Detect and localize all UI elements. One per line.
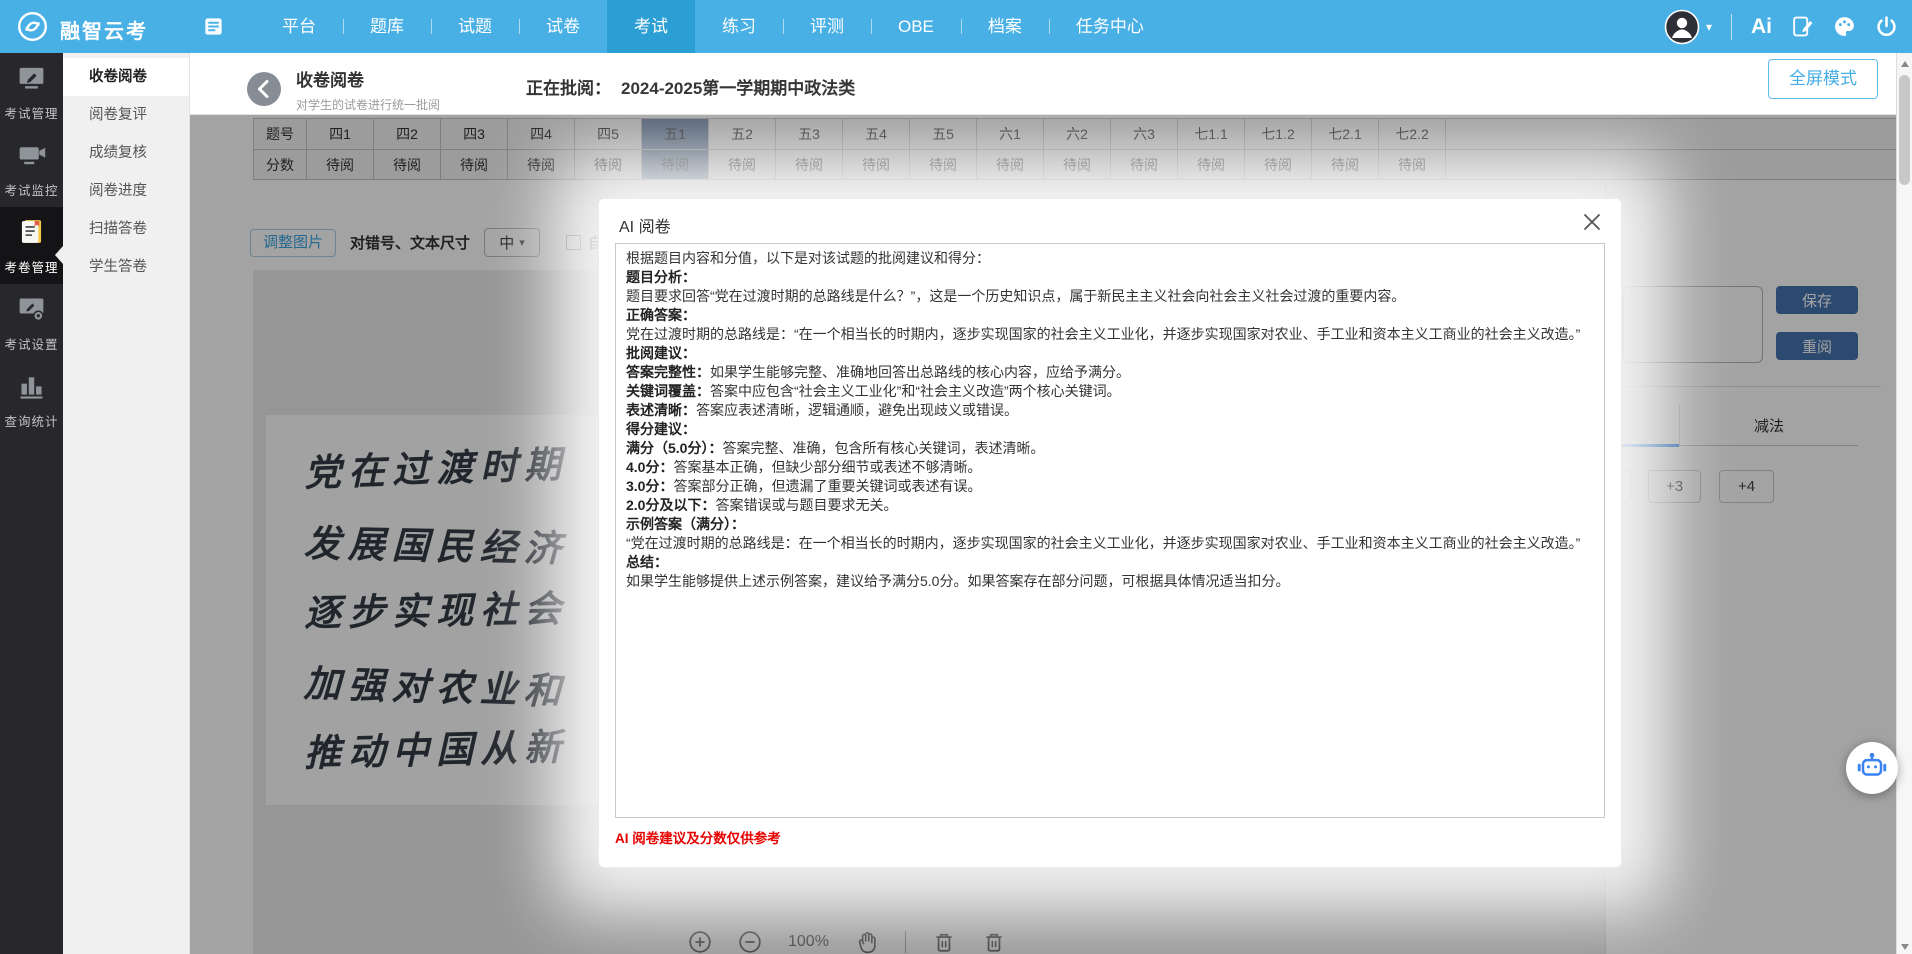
ai-assistant-button[interactable]: Ai bbox=[1751, 15, 1772, 39]
exam-name: 2024-2025第一学期期中政法类 bbox=[621, 79, 855, 98]
nav-item[interactable]: OBE bbox=[871, 0, 961, 53]
ai-suggestion-line: 4.0分：答案基本正确，但缺少部分细节或表述不够清晰。 bbox=[626, 458, 1594, 477]
ai-disclaimer: AI 阅卷建议及分数仅供参考 bbox=[615, 827, 1605, 847]
modal-title: AI 阅卷 bbox=[619, 219, 671, 236]
main-nav: 平台题库试题试卷考试练习评测OBE档案任务中心 bbox=[255, 0, 1171, 53]
ai-suggestion-line: 得分建议： bbox=[626, 420, 1594, 439]
nav-right-cluster: ▾ Ai bbox=[1664, 0, 1898, 53]
submenu-item[interactable]: 学生答卷 bbox=[63, 248, 189, 286]
modal-header: AI 阅卷 bbox=[599, 199, 1621, 243]
logout-power-icon[interactable] bbox=[1875, 15, 1898, 38]
active-module-notch bbox=[55, 246, 63, 264]
nav-item[interactable]: 练习 bbox=[695, 0, 783, 53]
query-stats-icon bbox=[16, 370, 47, 406]
module-sidebar: 考试管理考试监控考卷管理考试设置查询统计 bbox=[0, 53, 63, 954]
ai-suggestion-line: 批阅建议： bbox=[626, 344, 1594, 363]
submenu-item[interactable]: 成绩复核 bbox=[63, 134, 189, 172]
page-header: 收卷阅卷 对学生的试卷进行统一批阅 正在批阅： 2024-2025第一学期期中政法… bbox=[190, 53, 1912, 115]
avatar[interactable] bbox=[1664, 9, 1700, 45]
nav-item[interactable]: 试题 bbox=[431, 0, 519, 53]
ai-suggestion-line: 题目分析： bbox=[626, 268, 1594, 287]
submenu-item[interactable]: 收卷阅卷 bbox=[63, 58, 189, 96]
brand-name: 融智云考 bbox=[60, 15, 148, 44]
ai-suggestion-text[interactable]: 根据题目内容和分值，以下是对该试题的批阅建议和得分：题目分析：题目要求回答“党在… bbox=[615, 243, 1605, 818]
sidebar-item-label: 查询统计 bbox=[4, 411, 58, 430]
app-logo: 融智云考 bbox=[16, 10, 148, 48]
nav-item[interactable]: 试卷 bbox=[519, 0, 607, 53]
scroll-up-arrow-icon[interactable] bbox=[1901, 61, 1909, 67]
ai-suggestion-line: 满分（5.0分）：答案完整、准确，包含所有核心关键词，表述清晰。 bbox=[626, 439, 1594, 458]
scrollbar-thumb[interactable] bbox=[1899, 75, 1910, 185]
status-label: 正在批阅： bbox=[526, 79, 611, 98]
nav-item[interactable]: 档案 bbox=[961, 0, 1049, 53]
ai-suggestion-line: 示例答案（满分）： bbox=[626, 515, 1594, 534]
sidebar-item[interactable]: 考试监控 bbox=[0, 130, 63, 207]
ai-grading-modal: AI 阅卷 根据题目内容和分值，以下是对该试题的批阅建议和得分：题目分析：题目要… bbox=[598, 198, 1622, 868]
collapse-menu-icon[interactable] bbox=[203, 16, 224, 37]
ai-robot-fab[interactable] bbox=[1846, 742, 1898, 794]
ai-suggestion-line: 3.0分：答案部分正确，但遗漏了重要关键词或表述有误。 bbox=[626, 477, 1594, 496]
nav-item[interactable]: 任务中心 bbox=[1049, 0, 1171, 53]
scroll-down-arrow-icon[interactable] bbox=[1901, 944, 1909, 950]
sidebar-item-label: 考试监控 bbox=[4, 180, 58, 199]
grading-pencil-icon[interactable] bbox=[1791, 15, 1814, 38]
ai-suggestion-line: 如果学生能够提供上述示例答案，建议给予满分5.0分。如果答案存在部分问题，可根据… bbox=[626, 572, 1594, 591]
nav-item[interactable]: 考试 bbox=[607, 0, 695, 53]
sidebar-item-label: 考卷管理 bbox=[4, 257, 58, 276]
page-title-block: 收卷阅卷 对学生的试卷进行统一批阅 bbox=[296, 66, 440, 113]
nav-item[interactable]: 题库 bbox=[343, 0, 431, 53]
user-menu[interactable]: ▾ bbox=[1664, 9, 1712, 45]
ai-suggestion-line: 题目要求回答“党在过渡时期的总路线是什么？”，这是一个历史知识点，属于新民主主义… bbox=[626, 287, 1594, 306]
exam-settings-icon bbox=[16, 293, 47, 329]
exam-manage-icon bbox=[16, 62, 47, 98]
submenu-item[interactable]: 扫描答卷 bbox=[63, 210, 189, 248]
page-scrollbar[interactable] bbox=[1896, 53, 1912, 954]
paper-manage-icon bbox=[16, 216, 47, 252]
sidebar-item[interactable]: 考试设置 bbox=[0, 284, 63, 361]
nav-item[interactable]: 平台 bbox=[255, 0, 343, 53]
nav-item[interactable]: 评测 bbox=[783, 0, 871, 53]
nav-divider bbox=[1731, 14, 1732, 40]
sidebar-item-label: 考试管理 bbox=[4, 103, 58, 122]
exam-monitor-icon bbox=[16, 139, 47, 175]
back-button[interactable] bbox=[247, 72, 281, 106]
ai-suggestion-line: 关键词覆盖：答案中应包含“社会主义工业化”和“社会主义改造”两个核心关键词。 bbox=[626, 382, 1594, 401]
ai-suggestion-line: 正确答案： bbox=[626, 306, 1594, 325]
close-icon[interactable] bbox=[1581, 211, 1603, 233]
theme-palette-icon[interactable] bbox=[1833, 15, 1856, 38]
submenu-sidebar: 收卷阅卷阅卷复评成绩复核阅卷进度扫描答卷学生答卷 bbox=[63, 53, 190, 954]
chevron-down-icon[interactable]: ▾ bbox=[1706, 20, 1712, 34]
logo-swirl-icon bbox=[16, 10, 49, 48]
ai-suggestion-line: 根据题目内容和分值，以下是对该试题的批阅建议和得分： bbox=[626, 249, 1594, 268]
ai-suggestion-line: “党在过渡时期的总路线是：在一个相当长的时期内，逐步实现国家的社会主义工业化，并… bbox=[626, 534, 1594, 553]
sidebar-item[interactable]: 查询统计 bbox=[0, 361, 63, 438]
page-subtitle: 对学生的试卷进行统一批阅 bbox=[296, 96, 440, 113]
submenu-item[interactable]: 阅卷复评 bbox=[63, 96, 189, 134]
top-navbar: 融智云考 平台题库试题试卷考试练习评测OBE档案任务中心 ▾ Ai bbox=[0, 0, 1912, 53]
page-title: 收卷阅卷 bbox=[296, 66, 440, 91]
ai-suggestion-line: 党在过渡时期的总路线是：“在一个相当长的时期内，逐步实现国家的社会主义工业化，并… bbox=[626, 325, 1594, 344]
fullscreen-mode-button[interactable]: 全屏模式 bbox=[1768, 59, 1878, 99]
submenu-item[interactable]: 阅卷进度 bbox=[63, 172, 189, 210]
app-window: 融智云考 平台题库试题试卷考试练习评测OBE档案任务中心 ▾ Ai 考试管理考试… bbox=[0, 0, 1912, 954]
ai-suggestion-line: 答案完整性：如果学生能够完整、准确地回答出总路线的核心内容，应给予满分。 bbox=[626, 363, 1594, 382]
ai-suggestion-line: 2.0分及以下：答案错误或与题目要求无关。 bbox=[626, 496, 1594, 515]
sidebar-item-label: 考试设置 bbox=[4, 334, 58, 353]
robot-icon bbox=[1854, 748, 1890, 789]
sidebar-item[interactable]: 考试管理 bbox=[0, 53, 63, 130]
ai-suggestion-line: 表述清晰：答案应表述清晰，逻辑通顺，避免出现歧义或错误。 bbox=[626, 401, 1594, 420]
sidebar-item[interactable]: 考卷管理 bbox=[0, 207, 63, 284]
ai-suggestion-line: 总结： bbox=[626, 553, 1594, 572]
grading-status: 正在批阅： 2024-2025第一学期期中政法类 bbox=[526, 74, 855, 99]
